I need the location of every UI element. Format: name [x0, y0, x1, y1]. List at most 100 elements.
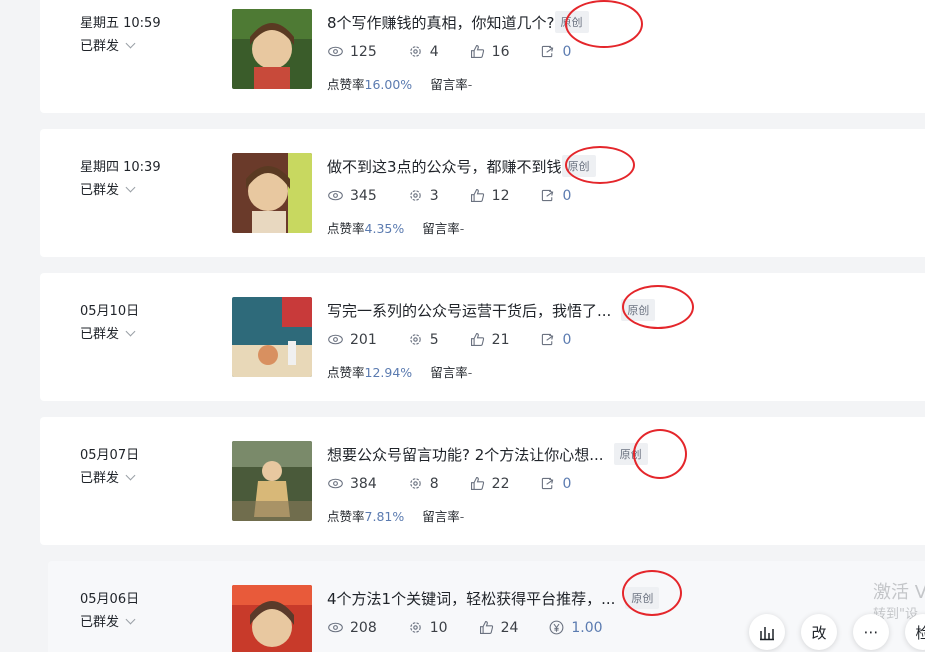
eye-icon	[328, 622, 343, 633]
shares-count: 5	[429, 331, 439, 348]
publish-status[interactable]: 已群发	[80, 323, 136, 342]
article-stats: 345 3 12 0	[327, 187, 571, 204]
article-title[interactable]: 做不到这3点的公众号，都赚不到钱	[327, 156, 562, 177]
publish-date: 星期四 10:39	[80, 160, 161, 175]
likes-stat: 12	[469, 187, 510, 204]
more-button[interactable]: ⋯	[853, 614, 889, 650]
reads-count: 208	[350, 619, 377, 636]
article-thumbnail[interactable]	[232, 585, 312, 652]
publish-status[interactable]: 已群发	[80, 179, 136, 198]
gear-icon	[410, 478, 421, 489]
reads-stat: 208	[327, 619, 377, 636]
article-stats: 208 10 24 1.00	[327, 619, 603, 636]
reads-stat: 384	[327, 475, 377, 492]
eye-icon	[328, 46, 343, 57]
shares-count: 4	[429, 43, 439, 60]
article-title[interactable]: 4个方法1个关键词，轻松获得平台推荐，...	[327, 588, 615, 609]
article-card[interactable]: 05月07日 已群发 想要公众号留言功能? 2个方法让你心想... 原创 384…	[40, 417, 925, 545]
article-thumbnail[interactable]	[232, 297, 312, 377]
shares-stat: 10	[407, 619, 448, 636]
highlight-ring	[565, 146, 635, 184]
comment-rate: 留言率-	[422, 509, 465, 524]
chevron-down-icon[interactable]	[125, 470, 136, 480]
publish-status[interactable]: 已群发	[80, 611, 136, 630]
shares-count: 8	[429, 475, 439, 492]
share-box-icon	[542, 333, 554, 346]
article-thumbnail[interactable]	[232, 441, 312, 521]
shares-stat: 8	[407, 475, 439, 492]
article-title[interactable]: 想要公众号留言功能? 2个方法让你心想...	[327, 444, 604, 465]
article-card[interactable]: 05月10日 已群发 写完一系列的公众号运营干货后，我悟了... 原创 201 …	[40, 273, 925, 401]
eye-icon	[328, 190, 343, 201]
comment-rate: 留言率-	[430, 365, 473, 380]
gear-icon	[410, 334, 421, 345]
gear-icon	[410, 190, 421, 201]
shares-stat: 3	[407, 187, 439, 204]
share-box-icon	[542, 189, 554, 202]
rate-row: 点赞率4.35% 留言率-	[327, 218, 464, 237]
status-label: 已群发	[80, 615, 120, 630]
reads-stat: 345	[327, 187, 377, 204]
chart-button[interactable]	[749, 614, 785, 650]
chevron-down-icon[interactable]	[125, 614, 136, 624]
publish-date: 星期五 10:59	[80, 16, 161, 31]
publish-status[interactable]: 已群发	[80, 467, 136, 486]
rate-row: 点赞率7.81% 留言率-	[327, 506, 464, 525]
gear-icon	[410, 622, 421, 633]
eye-icon	[328, 478, 343, 489]
comments-count: 0	[562, 331, 572, 348]
reads-count: 345	[350, 187, 377, 204]
reads-count: 125	[350, 43, 377, 60]
comments-stat: 0	[539, 331, 571, 348]
likes-stat: 22	[469, 475, 510, 492]
like-rate: 点赞率7.81%	[327, 509, 405, 524]
shares-count: 3	[429, 187, 439, 204]
article-thumbnail[interactable]	[232, 9, 312, 89]
chevron-down-icon[interactable]	[125, 326, 136, 336]
likes-count: 21	[491, 331, 510, 348]
likes-stat: 16	[469, 43, 510, 60]
thumbs-up-icon	[470, 188, 484, 203]
likes-count: 16	[491, 43, 510, 60]
likes-count: 12	[491, 187, 510, 204]
chevron-down-icon[interactable]	[125, 38, 136, 48]
publish-status[interactable]: 已群发	[80, 35, 136, 54]
likes-stat: 24	[478, 619, 519, 636]
like-rate: 点赞率16.00%	[327, 77, 413, 92]
reads-count: 384	[350, 475, 377, 492]
article-thumbnail[interactable]	[232, 153, 312, 233]
likes-count: 24	[500, 619, 519, 636]
publish-date: 05月06日	[80, 592, 140, 607]
reads-stat: 201	[327, 331, 377, 348]
publish-date: 05月07日	[80, 448, 140, 463]
article-card[interactable]: 05月06日 已群发 4个方法1个关键词，轻松获得平台推荐，... 原创 208…	[48, 561, 925, 652]
activation-watermark: 激活 V	[873, 582, 925, 603]
article-card[interactable]: 星期五 10:59 已群发 8个写作赚钱的真相，你知道几个? 原创 125 4 …	[40, 0, 925, 113]
thumbs-up-icon	[479, 620, 493, 635]
article-stats: 125 4 16 0	[327, 43, 571, 60]
likes-stat: 21	[469, 331, 510, 348]
article-title[interactable]: 8个写作赚钱的真相，你知道几个?	[327, 12, 555, 33]
chevron-down-icon[interactable]	[125, 182, 136, 192]
article-title[interactable]: 写完一系列的公众号运营干货后，我悟了...	[327, 300, 611, 321]
highlight-ring	[622, 285, 694, 329]
status-label: 已群发	[80, 471, 120, 486]
reward-amount: 1.00	[571, 619, 603, 636]
highlight-ring	[565, 0, 643, 48]
share-box-icon	[542, 477, 554, 490]
share-box-icon	[542, 45, 554, 58]
comments-count: 0	[562, 43, 572, 60]
thumbs-up-icon	[470, 332, 484, 347]
status-label: 已群发	[80, 39, 120, 54]
article-stats: 384 8 22 0	[327, 475, 571, 492]
rate-row: 点赞率16.00% 留言率-	[327, 74, 472, 93]
eye-icon	[328, 334, 343, 345]
edit-button[interactable]: 改	[801, 614, 837, 650]
reads-stat: 125	[327, 43, 377, 60]
status-label: 已群发	[80, 183, 120, 198]
likes-count: 22	[491, 475, 510, 492]
highlight-ring	[622, 570, 682, 616]
comments-stat: 0	[539, 43, 571, 60]
comments-count: 0	[562, 187, 572, 204]
article-card[interactable]: 星期四 10:39 已群发 做不到这3点的公众号，都赚不到钱 原创 345 3 …	[40, 129, 925, 257]
